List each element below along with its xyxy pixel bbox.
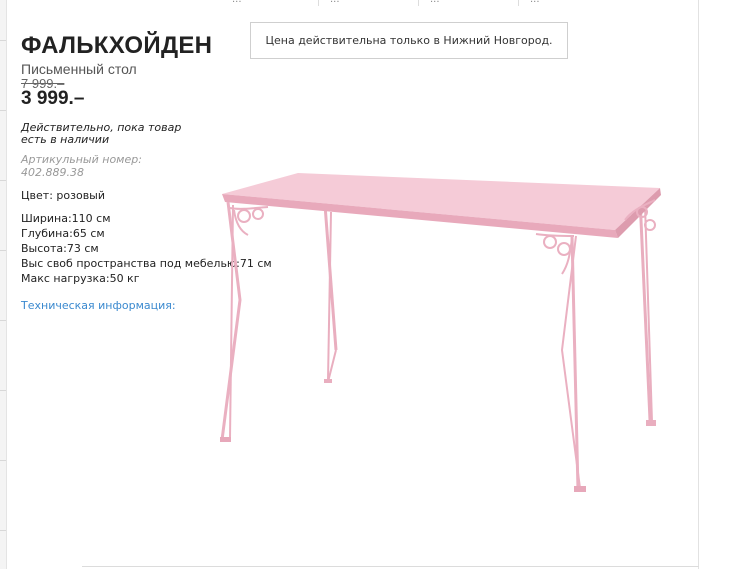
table-illustration <box>220 173 661 492</box>
top-strip-text: ... <box>430 0 440 5</box>
technical-info-link[interactable]: Техническая информация: <box>21 299 176 312</box>
top-strip-text: ... <box>232 0 242 5</box>
bottom-divider <box>82 566 699 567</box>
current-price: 3 999.– <box>21 88 85 109</box>
article-number: Артикульный номер: 402.889.38 <box>21 153 142 179</box>
availability-note: Действительно, пока товар есть в наличии <box>21 121 182 146</box>
product-image <box>220 173 661 492</box>
right-page-edge <box>698 0 699 569</box>
product-name: ФАЛЬКХОЙДЕН <box>21 32 213 59</box>
price-validity-notice: Цена действительна только в Нижний Новго… <box>250 22 568 59</box>
product-type: Письменный стол <box>21 61 137 77</box>
left-page-edge <box>0 0 7 569</box>
product-color: Цвет: розовый <box>21 189 106 202</box>
top-strip-text: ... <box>530 0 540 5</box>
top-strip-text: ... <box>330 0 340 5</box>
top-cut-strip: ... ... ... ... <box>0 0 732 8</box>
